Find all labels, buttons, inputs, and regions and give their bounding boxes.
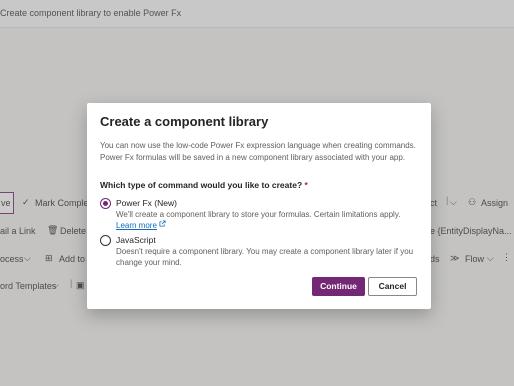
required-marker: * xyxy=(304,180,308,190)
javascript-description: Doesn't require a component library. You… xyxy=(116,247,414,267)
command-type-question: Which type of command would you like to … xyxy=(100,180,308,190)
external-link-icon xyxy=(159,220,166,227)
power-fx-description: We'll create a component library to stor… xyxy=(116,209,418,231)
javascript-label: JavaScript xyxy=(116,235,156,245)
dialog-title: Create a component library xyxy=(100,114,269,129)
cancel-button[interactable]: Cancel xyxy=(368,277,417,296)
power-fx-description-text: We'll create a component library to stor… xyxy=(116,210,401,219)
learn-more-link[interactable]: Learn more xyxy=(116,221,157,230)
javascript-radio[interactable] xyxy=(100,235,111,246)
dialog-description: You can now use the low-code Power Fx ex… xyxy=(100,141,416,162)
power-fx-radio[interactable] xyxy=(100,198,111,209)
create-component-library-dialog: Create a component library You can now u… xyxy=(87,103,431,309)
continue-button[interactable]: Continue xyxy=(312,277,365,296)
question-text: Which type of command would you like to … xyxy=(100,180,303,190)
power-fx-label: Power Fx (New) xyxy=(116,198,177,208)
